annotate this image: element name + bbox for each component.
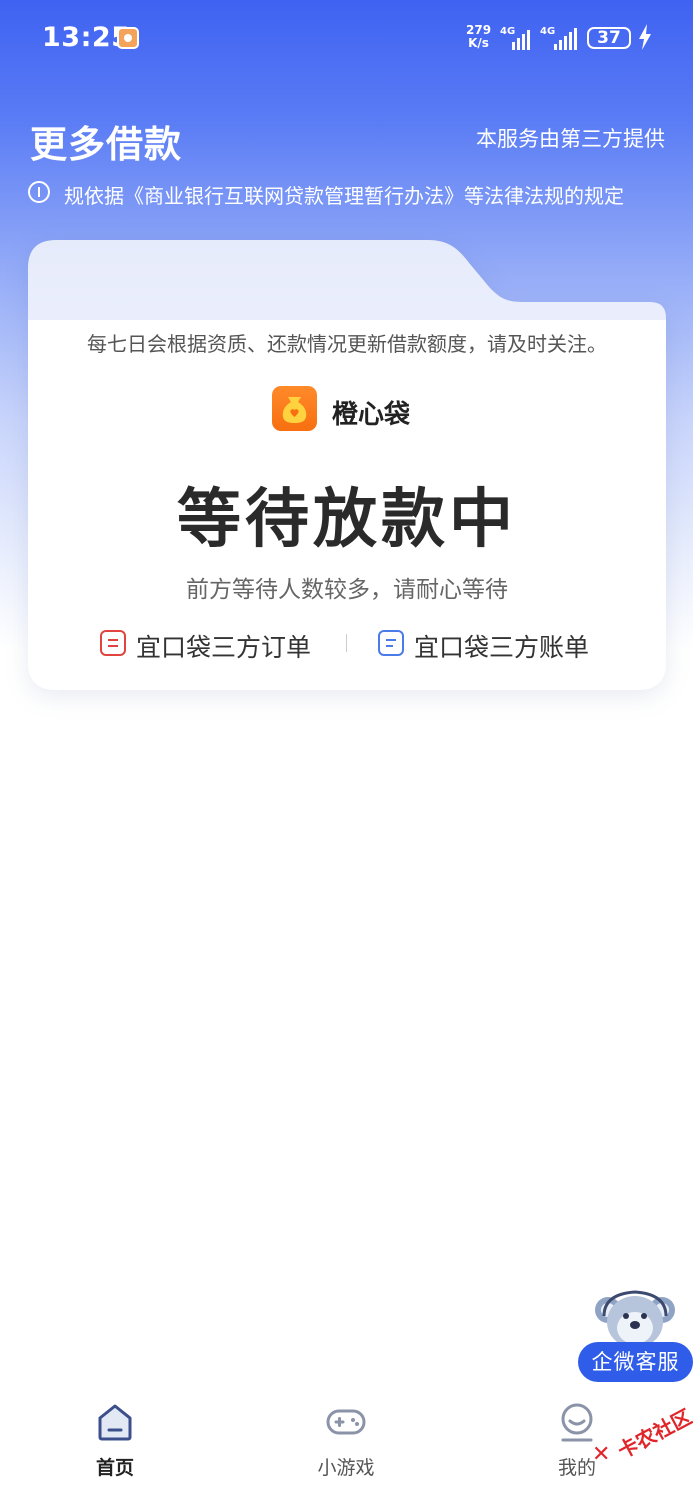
gamepad-icon xyxy=(326,1409,366,1435)
tab-home-label: 首页 xyxy=(95,1457,134,1479)
moneybag-logo-icon xyxy=(272,386,317,431)
page-title: 更多借款 xyxy=(30,123,182,166)
battery-level: 37 xyxy=(597,28,621,48)
third-party-orders-label: 宜口袋三方订单 xyxy=(136,633,312,662)
charging-icon xyxy=(639,24,651,50)
signal-icon-sim2: 4G xyxy=(540,26,580,50)
app-notification-icon xyxy=(117,27,139,49)
home-icon xyxy=(98,1404,132,1441)
community-watermark: ✕ 卡农社区 xyxy=(590,1404,693,1478)
status-bar: 13:25 279 K/s 4G 4G 37 xyxy=(0,0,693,80)
network-speed-unit: K/s xyxy=(468,36,489,50)
watermark-logo-icon: ✕ xyxy=(592,1442,611,1467)
network-speed: 279 K/s xyxy=(466,24,491,50)
battery-icon: 37 xyxy=(587,27,631,49)
third-party-orders-link[interactable]: 宜口袋三方订单 xyxy=(100,626,320,662)
brand-name: 橙心袋 xyxy=(332,400,411,430)
loan-status-subtitle: 前方等待人数较多，请耐心等待 xyxy=(186,577,508,603)
loan-status-card: 每七日会根据资质、还款情况更新借款额度，请及时关注。 橙心袋 等待放款中 前方等… xyxy=(28,240,666,690)
bill-list-icon xyxy=(378,630,404,656)
signal-tag-sim2: 4G xyxy=(540,26,556,37)
tab-games-label: 小游戏 xyxy=(317,1457,375,1479)
customer-service-widget[interactable]: 企微客服 xyxy=(578,1286,693,1382)
tab-home[interactable]: 首页 xyxy=(55,1395,175,1495)
notice-marquee[interactable]: 规依据《商业银行互联网贷款管理暂行办法》等法律法规的规定 xyxy=(28,178,668,210)
loan-status-title: 等待放款中 xyxy=(177,483,517,557)
third-party-links: 宜口袋三方订单 宜口袋三方账单 xyxy=(28,626,666,662)
third-party-note: 本服务由第三方提供 xyxy=(476,127,665,151)
watermark-text: 卡农社区 xyxy=(613,1404,693,1464)
third-party-bills-link[interactable]: 宜口袋三方账单 xyxy=(378,626,608,662)
notice-text: 规依据《商业银行互联网贷款管理暂行办法》等法律法规的规定 xyxy=(64,184,624,208)
info-icon xyxy=(28,181,50,203)
tab-games[interactable]: 小游戏 xyxy=(286,1395,406,1495)
link-divider xyxy=(346,634,347,652)
customer-service-button[interactable]: 企微客服 xyxy=(578,1342,693,1382)
quota-update-note: 每七日会根据资质、还款情况更新借款额度，请及时关注。 xyxy=(87,332,607,356)
signal-icon-sim1: 4G xyxy=(500,26,534,50)
order-list-icon xyxy=(100,630,126,656)
signal-tag-sim1: 4G xyxy=(500,26,516,37)
third-party-bills-label: 宜口袋三方账单 xyxy=(414,633,590,662)
